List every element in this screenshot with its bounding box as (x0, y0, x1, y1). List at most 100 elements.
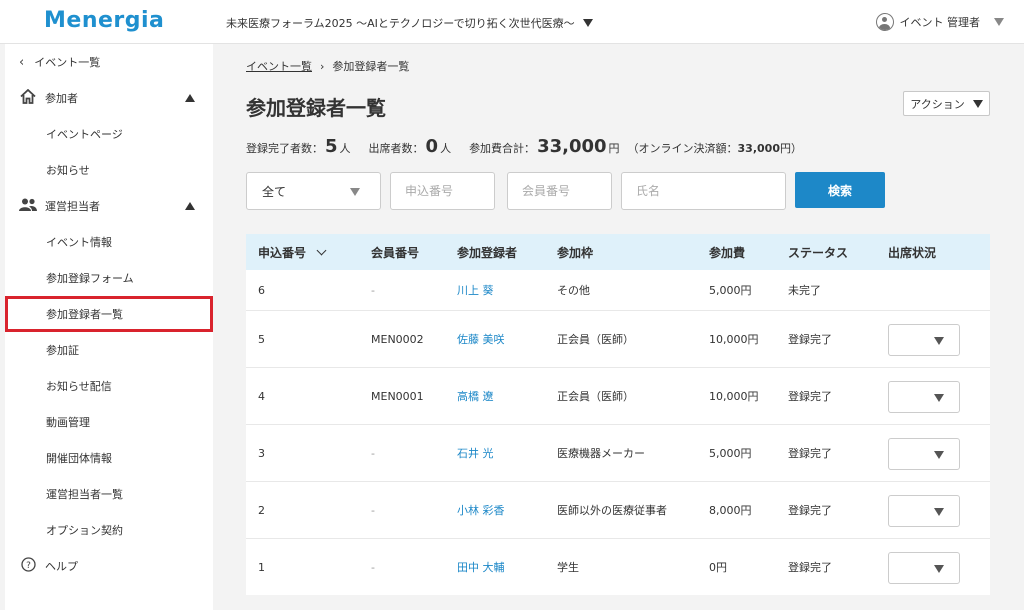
registrant-name-link[interactable]: 田中 大輔 (457, 539, 505, 595)
online-payment-label: （オンライン決済額： (627, 142, 738, 155)
cell-fee: 0円 (709, 561, 727, 574)
logo[interactable]: Menergia (44, 8, 164, 33)
cell-member-number: - (371, 446, 375, 460)
chevron-down-icon (972, 99, 983, 108)
sidebar-item-registration-form[interactable]: 参加登録フォーム (5, 260, 213, 296)
sidebar-item-label: 参加登録者一覧 (46, 308, 123, 321)
event-title: 未来医療フォーラム2025 〜AIとテクノロジーで切り拓く次世代医療〜 (226, 17, 575, 30)
user-icon (875, 13, 894, 31)
cell-category: 医師以外の医療従事者 (557, 504, 667, 517)
chevron-up-icon (185, 202, 195, 210)
registrant-name-link[interactable]: 高橋 遼 (457, 368, 494, 424)
sidebar-item-registrant-list[interactable]: 参加登録者一覧 (5, 296, 213, 332)
cell-member-number: MEN0002 (371, 332, 424, 346)
column-member-number: 会員番号 (371, 245, 420, 260)
chevron-down-icon (934, 394, 944, 402)
online-payment-suffix: 円） (779, 142, 802, 155)
sidebar-section-staff[interactable]: 運営担当者 (5, 188, 213, 224)
sidebar-item-label: 参加証 (46, 344, 79, 357)
column-category: 参加枠 (557, 245, 594, 260)
sidebar-item-option-contract[interactable]: オプション契約 (5, 512, 213, 548)
member-number-input[interactable] (507, 172, 612, 210)
cell-category: 正会員（医師） (557, 333, 634, 346)
attendance-select[interactable] (888, 552, 960, 584)
sidebar-item-video-management[interactable]: 動画管理 (5, 404, 213, 440)
chevron-up-icon (185, 94, 195, 102)
action-dropdown-button[interactable]: アクション (903, 91, 990, 116)
cell-status: 登録完了 (788, 561, 832, 574)
sidebar-item-label: オプション契約 (46, 524, 123, 537)
name-input[interactable] (621, 172, 786, 210)
chevron-down-icon (934, 451, 944, 459)
sidebar-back-link[interactable]: ‹ イベント一覧 (5, 44, 213, 80)
chevron-down-icon (582, 19, 593, 27)
cell-member-number: MEN0001 (371, 389, 424, 403)
attendance-select[interactable] (888, 381, 960, 413)
main-content: イベント一覧 › 参加登録者一覧 参加登録者一覧 アクション 登録完了者数： 5… (213, 44, 1024, 610)
table-header: 申込番号 会員番号 参加登録者 参加枠 参加費 ステータス 出席状況 (246, 234, 990, 270)
cell-application-number: 6 (258, 283, 265, 297)
user-name: イベント 管理者 (899, 16, 981, 29)
chevron-down-icon (934, 508, 944, 516)
app-header: Menergia 未来医療フォーラム2025 〜AIとテクノロジーで切り拓く次世… (0, 0, 1024, 44)
cell-category: 学生 (557, 561, 579, 574)
sidebar-item-organizer-info[interactable]: 開催団体情報 (5, 440, 213, 476)
registrant-name-link[interactable]: 川上 葵 (457, 270, 494, 310)
chevron-right-icon: › (320, 59, 325, 73)
cell-member-number: - (371, 503, 375, 517)
sort-chevron-icon (316, 245, 327, 255)
table-row: 2 - 小林 彩香 医師以外の医療従事者 8,000円 登録完了 (246, 481, 990, 538)
chevron-down-icon (994, 18, 1004, 26)
sidebar-section-participants[interactable]: 参加者 (5, 80, 213, 116)
cell-fee: 10,000円 (709, 333, 759, 346)
attendance-select[interactable] (888, 438, 960, 470)
sidebar-item-participation-certificate[interactable]: 参加証 (5, 332, 213, 368)
sidebar-item-news-delivery[interactable]: お知らせ配信 (5, 368, 213, 404)
chevron-down-icon (934, 337, 944, 345)
sidebar-item-label: 運営担当者一覧 (46, 488, 123, 501)
registered-unit: 人 (339, 142, 351, 155)
sidebar: ‹ イベント一覧 参加者 イベントページ お知らせ 運営担当者 イベント情報 参… (5, 44, 213, 610)
cell-application-number: 2 (258, 503, 265, 517)
cell-category: その他 (557, 284, 590, 297)
column-fee: 参加費 (709, 245, 746, 260)
breadcrumb: イベント一覧 › 参加登録者一覧 (246, 58, 409, 74)
application-number-input[interactable] (390, 172, 495, 210)
cell-status: 未完了 (788, 284, 821, 297)
cell-fee: 8,000円 (709, 504, 752, 517)
event-selector[interactable]: 未来医療フォーラム2025 〜AIとテクノロジーで切り拓く次世代医療〜 (226, 15, 593, 31)
sidebar-item-event-info[interactable]: イベント情報 (5, 224, 213, 260)
sidebar-item-event-page[interactable]: イベントページ (5, 116, 213, 152)
registrant-table: 申込番号 会員番号 参加登録者 参加枠 参加費 ステータス 出席状況 6 - 川… (246, 234, 990, 595)
registrant-name-link[interactable]: 佐藤 美咲 (457, 311, 505, 367)
cell-member-number: - (371, 560, 375, 574)
attendance-select[interactable] (888, 495, 960, 527)
sidebar-item-label: 動画管理 (46, 416, 90, 429)
fee-total-unit: 円 (608, 142, 620, 155)
cell-application-number: 5 (258, 332, 265, 346)
sidebar-item-help[interactable]: ? ヘルプ (5, 548, 213, 584)
search-button[interactable]: 検索 (795, 172, 885, 208)
cell-application-number: 4 (258, 389, 265, 403)
registrant-name-link[interactable]: 小林 彩香 (457, 482, 505, 538)
chevron-down-icon (934, 565, 944, 573)
sidebar-item-label: お知らせ配信 (46, 380, 112, 393)
table-row: 1 - 田中 大輔 学生 0円 登録完了 (246, 538, 990, 595)
chevron-down-icon (350, 188, 360, 196)
status-filter-value: 全て (262, 184, 287, 199)
attended-count: 0 (425, 136, 439, 157)
user-menu[interactable]: イベント 管理者 (875, 13, 1004, 31)
table-row: 5 MEN0002 佐藤 美咲 正会員（医師） 10,000円 登録完了 (246, 310, 990, 367)
status-filter-select[interactable]: 全て (246, 172, 381, 210)
registered-label: 登録完了者数： (246, 142, 323, 155)
breadcrumb-parent-link[interactable]: イベント一覧 (246, 58, 312, 74)
help-icon: ? (19, 556, 37, 576)
sidebar-item-news[interactable]: お知らせ (5, 152, 213, 188)
attendance-select[interactable] (888, 324, 960, 356)
sidebar-item-label: イベント情報 (46, 236, 112, 249)
registrant-name-link[interactable]: 石井 光 (457, 425, 494, 481)
column-application-number[interactable]: 申込番号 (258, 234, 327, 270)
cell-fee: 10,000円 (709, 390, 759, 403)
sidebar-item-staff-list[interactable]: 運営担当者一覧 (5, 476, 213, 512)
column-attendance: 出席状況 (888, 245, 937, 260)
